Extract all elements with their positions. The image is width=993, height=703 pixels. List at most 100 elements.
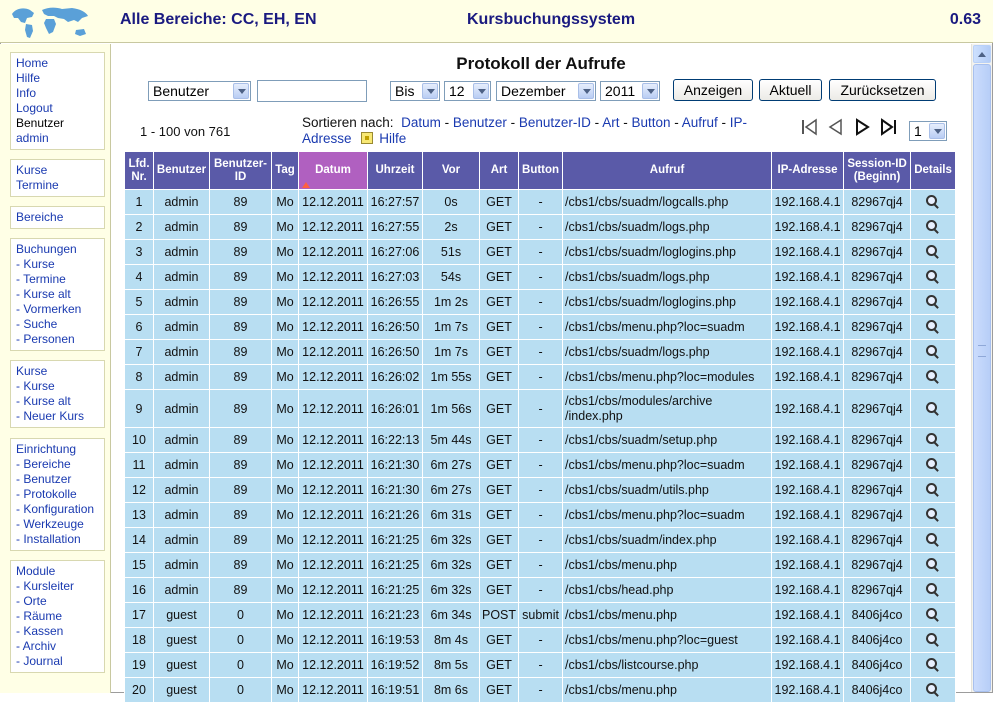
sidebar-item-kursverwaltung[interactable]: Kurse <box>16 364 99 379</box>
cell-details[interactable] <box>910 477 957 503</box>
cell-details[interactable] <box>910 427 957 453</box>
sort-link-datum[interactable]: Datum <box>401 115 441 130</box>
sidebar-item-kurse[interactable]: Kurse <box>16 163 99 178</box>
sidebar-item-kursverwaltung-kurse[interactable]: - Kurse <box>16 379 99 394</box>
column-header-button[interactable]: Button <box>518 151 564 190</box>
sidebar-item-buchungen-termine[interactable]: - Termine <box>16 272 99 287</box>
sidebar-item-buchungen[interactable]: Buchungen <box>16 242 99 257</box>
year-select[interactable]: 2011 <box>600 81 660 101</box>
column-header-vor[interactable]: Vor <box>422 151 480 190</box>
magnifier-icon[interactable] <box>926 401 940 416</box>
cell-details[interactable] <box>910 389 957 428</box>
sidebar-item-vormerken[interactable]: - Vormerken <box>16 302 99 317</box>
cell-details[interactable] <box>910 314 957 340</box>
sidebar-item-einrichtung-benutzer[interactable]: - Benutzer <box>16 472 99 487</box>
magnifier-icon[interactable] <box>926 483 940 497</box>
page-select[interactable]: 1 <box>909 121 947 141</box>
magnifier-icon[interactable] <box>926 195 940 209</box>
magnifier-icon[interactable] <box>926 558 940 572</box>
column-header-benutzer[interactable]: Benutzer <box>153 151 210 190</box>
sidebar-item-werkzeuge[interactable]: - Werkzeuge <box>16 517 99 532</box>
sidebar-item-einrichtung-bereiche[interactable]: - Bereiche <box>16 457 99 472</box>
field-select[interactable]: Benutzer <box>148 81 251 101</box>
magnifier-icon[interactable] <box>926 370 940 384</box>
help-link[interactable]: Hilfe <box>379 131 406 146</box>
magnifier-icon[interactable] <box>926 320 940 334</box>
sidebar-item-logout[interactable]: Logout <box>16 101 99 116</box>
sidebar-item-admin[interactable]: admin <box>16 131 99 146</box>
column-header-uhrzeit[interactable]: Uhrzeit <box>367 151 423 190</box>
sidebar-item-protokolle[interactable]: - Protokolle <box>16 487 99 502</box>
magnifier-icon[interactable] <box>926 658 940 672</box>
search-input[interactable] <box>257 80 367 102</box>
cell-details[interactable] <box>910 552 957 578</box>
cell-details[interactable] <box>910 677 957 703</box>
magnifier-icon[interactable] <box>926 458 940 472</box>
magnifier-icon[interactable] <box>926 508 940 522</box>
magnifier-icon[interactable] <box>926 633 940 647</box>
cell-details[interactable] <box>910 214 957 240</box>
magnifier-icon[interactable] <box>926 220 940 234</box>
current-button[interactable]: Aktuell <box>759 79 822 101</box>
sort-link-benutzer-id[interactable]: Benutzer-ID <box>519 115 591 130</box>
sort-link-art[interactable]: Art <box>602 115 619 130</box>
cell-details[interactable] <box>910 364 957 390</box>
magnifier-icon[interactable] <box>926 270 940 284</box>
cell-details[interactable] <box>910 527 957 553</box>
magnifier-icon[interactable] <box>926 245 940 259</box>
cell-details[interactable] <box>910 502 957 528</box>
help-icon[interactable] <box>361 132 374 144</box>
magnifier-icon[interactable] <box>926 583 940 597</box>
sidebar-item-bereiche[interactable]: Bereiche <box>16 210 99 225</box>
vertical-scrollbar[interactable] <box>971 44 992 692</box>
sidebar-item-buchungen-kurse-alt[interactable]: - Kurse alt <box>16 287 99 302</box>
range-select[interactable]: Bis <box>390 81 440 101</box>
sidebar-item-kassen[interactable]: - Kassen <box>16 624 99 639</box>
sidebar-item-konfiguration[interactable]: - Konfiguration <box>16 502 99 517</box>
cell-details[interactable] <box>910 339 957 365</box>
cell-details[interactable] <box>910 602 957 628</box>
sidebar-item-kursleiter[interactable]: - Kursleiter <box>16 579 99 594</box>
sort-link-benutzer[interactable]: Benutzer <box>453 115 507 130</box>
column-header-art[interactable]: Art <box>478 151 520 190</box>
sidebar-item-personen[interactable]: - Personen <box>16 332 99 347</box>
sidebar-item-archiv[interactable]: - Archiv <box>16 639 99 654</box>
cell-details[interactable] <box>910 264 957 290</box>
cell-details[interactable] <box>910 289 957 315</box>
sidebar-item-journal[interactable]: - Journal <box>16 654 99 669</box>
scroll-up-icon[interactable] <box>973 45 991 63</box>
magnifier-icon[interactable] <box>926 683 940 697</box>
sidebar-item-termine[interactable]: Termine <box>16 178 99 193</box>
column-header-ip-adresse[interactable]: IP-Adresse <box>771 151 845 190</box>
cell-details[interactable] <box>910 577 957 603</box>
sort-link-aufruf[interactable]: Aufruf <box>682 115 718 130</box>
column-header-tag[interactable]: Tag <box>271 151 299 190</box>
sidebar-item-installation[interactable]: - Installation <box>16 532 99 547</box>
show-button[interactable]: Anzeigen <box>673 79 753 101</box>
magnifier-icon[interactable] <box>926 608 940 622</box>
month-select[interactable]: Dezember <box>496 81 596 101</box>
sidebar-item-kursverwaltung-kurse-alt[interactable]: - Kurse alt <box>16 394 99 409</box>
first-page-icon[interactable] <box>800 118 818 136</box>
magnifier-icon[interactable] <box>926 433 940 447</box>
sidebar-item-home[interactable]: Home <box>16 56 99 71</box>
magnifier-icon[interactable] <box>926 295 940 309</box>
magnifier-icon[interactable] <box>926 533 940 547</box>
scrollbar-thumb[interactable] <box>973 64 991 692</box>
sidebar-item-einrichtung[interactable]: Einrichtung <box>16 442 99 457</box>
reset-button[interactable]: Zurücksetzen <box>829 79 936 101</box>
sort-link-button[interactable]: Button <box>631 115 670 130</box>
sidebar-item-neuer-kurs[interactable]: - Neuer Kurs <box>16 409 99 424</box>
last-page-icon[interactable] <box>880 118 898 136</box>
sidebar-item-hilfe[interactable]: Hilfe <box>16 71 99 86</box>
sidebar-item-info[interactable]: Info <box>16 86 99 101</box>
column-header-nr[interactable]: Lfd. Nr. <box>124 151 154 190</box>
sidebar-item-module[interactable]: Module <box>16 564 99 579</box>
magnifier-icon[interactable] <box>926 345 940 359</box>
prev-page-icon[interactable] <box>826 118 844 136</box>
cell-details[interactable] <box>910 239 957 265</box>
day-select[interactable]: 12 <box>444 81 491 101</box>
cell-details[interactable] <box>910 452 957 478</box>
sidebar-item-suche[interactable]: - Suche <box>16 317 99 332</box>
column-header-session-id[interactable]: Session-ID (Beginn) <box>843 151 912 190</box>
